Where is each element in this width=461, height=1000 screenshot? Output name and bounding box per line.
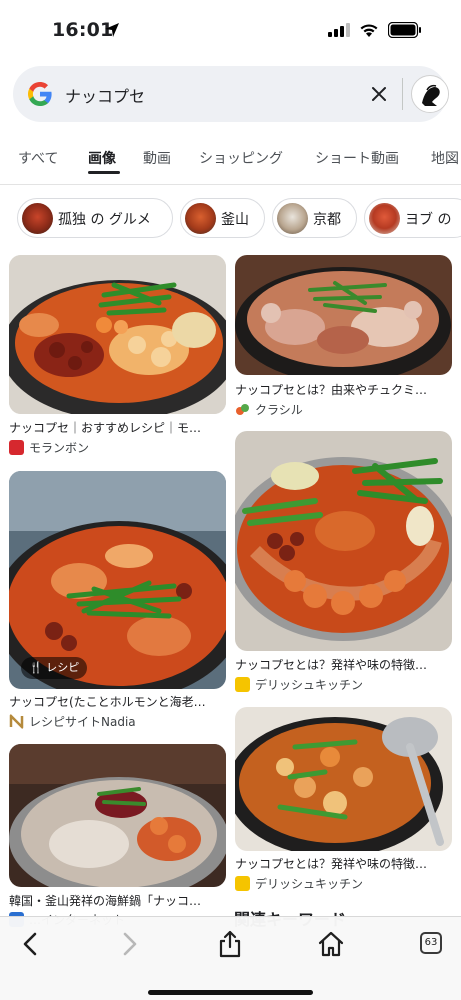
chip-thumbnail — [369, 203, 400, 234]
result-title[interactable]: ナッコプセとは？発祥や味の特徴… — [235, 656, 449, 673]
chip-kodoku-no-gurume[interactable]: 孤独 の グルメ — [17, 198, 173, 238]
clear-icon[interactable] — [369, 84, 389, 104]
source-favicon — [236, 404, 249, 415]
search-input[interactable]: ナッコプセ — [65, 83, 145, 107]
tab-videos[interactable]: 動画 — [143, 148, 171, 168]
chip-thumbnail — [277, 203, 308, 234]
tabs-divider — [0, 184, 461, 185]
search-divider — [402, 78, 403, 110]
chip-yobu[interactable]: ヨブ の — [364, 198, 461, 238]
image-result[interactable]: ナッコプセとは？由来やチュクミ… クラシル — [235, 255, 452, 420]
tab-maps[interactable]: 地図 — [431, 148, 459, 168]
result-title[interactable]: ナッコプセとは？発祥や味の特徴… — [235, 855, 449, 872]
chip-label: 孤独 の グルメ — [58, 212, 151, 228]
cellular-signal-icon — [328, 23, 350, 37]
image-result[interactable]: ナッコプセ｜おすすめレシピ｜モ… モランボン — [9, 255, 226, 460]
source-favicon — [235, 876, 250, 891]
chip-thumbnail — [185, 203, 216, 234]
browser-toolbar: 63 — [0, 916, 461, 1000]
location-arrow-icon — [105, 23, 119, 37]
result-source[interactable]: モランボン — [29, 439, 89, 456]
source-favicon — [9, 714, 24, 729]
result-image[interactable] — [235, 431, 452, 651]
result-title[interactable]: ナッコプセとは？由来やチュクミ… — [235, 381, 449, 398]
tab-count: 63 — [424, 937, 438, 948]
refinement-chips: 孤独 の グルメ 釜山 京都 ヨブ の — [0, 198, 461, 240]
home-indicator — [148, 990, 313, 995]
chip-busan[interactable]: 釜山 — [180, 198, 265, 238]
source-favicon — [9, 440, 24, 455]
search-type-tabs: すべて 画像 動画 ショッピング ショート動画 地図 — [0, 140, 461, 184]
wifi-icon — [360, 24, 378, 37]
chip-thumbnail — [22, 203, 53, 234]
battery-icon — [388, 22, 421, 38]
image-result[interactable]: ナッコプセとは？発祥や味の特徴… デリッシュキッチン — [235, 431, 452, 696]
google-logo-icon — [28, 82, 52, 106]
result-title[interactable]: ナッコプセ(たことホルモンと海老… — [9, 693, 223, 710]
result-image[interactable]: 🍴 レシピ — [9, 471, 226, 689]
active-tab-indicator — [88, 171, 120, 174]
source-favicon — [235, 677, 250, 692]
chip-label: 釜山 — [221, 212, 249, 228]
home-icon[interactable] — [316, 929, 346, 959]
result-image[interactable] — [9, 744, 226, 887]
recipe-badge: 🍴 レシピ — [21, 657, 88, 679]
result-image[interactable] — [9, 255, 226, 414]
tab-shopping[interactable]: ショッピング — [199, 148, 283, 168]
result-image[interactable] — [235, 707, 452, 851]
forward-icon[interactable] — [114, 929, 144, 959]
tab-images[interactable]: 画像 — [88, 148, 116, 168]
result-title[interactable]: 韓国・釜山発祥の海鮮鍋「ナッコ… — [9, 892, 223, 909]
result-source[interactable]: デリッシュキッチン — [255, 875, 363, 892]
result-title[interactable]: ナッコプセ｜おすすめレシピ｜モ… — [9, 419, 223, 436]
chip-label: ヨブ の — [405, 212, 452, 228]
share-icon[interactable] — [215, 929, 245, 959]
tab-all[interactable]: すべて — [18, 148, 58, 168]
image-result[interactable]: 🍴 レシピ ナッコプセ(たことホルモンと海老… レシピサイトNadia — [9, 471, 226, 736]
result-source[interactable]: クラシル — [255, 401, 303, 418]
image-result[interactable]: 韓国・釜山発祥の海鮮鍋「ナッコ… …インターネット — [9, 744, 226, 927]
result-source[interactable]: デリッシュキッチン — [255, 676, 363, 693]
tab-short-videos[interactable]: ショート動画 — [315, 148, 399, 168]
recipe-badge-label: レシピ — [46, 661, 80, 674]
result-source[interactable]: レシピサイトNadia — [29, 713, 136, 730]
tab-switcher-button[interactable]: 63 — [420, 932, 442, 954]
image-result[interactable]: ナッコプセとは？発祥や味の特徴… デリッシュキッチン — [235, 707, 452, 897]
chip-kyoto[interactable]: 京都 — [272, 198, 357, 238]
back-icon[interactable] — [16, 929, 46, 959]
account-avatar[interactable] — [411, 75, 449, 113]
search-bar[interactable]: ナッコプセ — [13, 66, 449, 122]
result-image[interactable] — [235, 255, 452, 375]
status-bar: 16:01 — [0, 0, 461, 60]
fork-knife-icon: 🍴 — [29, 661, 43, 674]
chip-label: 京都 — [313, 212, 341, 228]
